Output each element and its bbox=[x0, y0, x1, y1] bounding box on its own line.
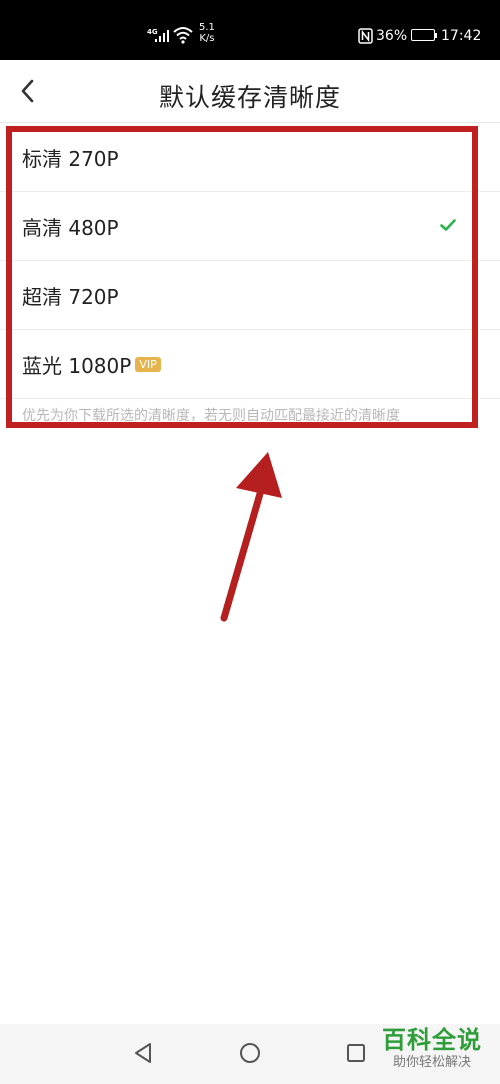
status-bar: 4G 5.1 K/s 36% 17:42 bbox=[0, 0, 500, 60]
battery-percent: 36% bbox=[376, 28, 408, 44]
nav-back-icon[interactable] bbox=[132, 1041, 154, 1065]
clock: 17:42 bbox=[441, 28, 482, 44]
net-speed-unit: K/s bbox=[199, 33, 215, 44]
net-speed-value: 5.1 bbox=[199, 22, 215, 33]
wifi-icon bbox=[173, 27, 193, 44]
signal-icon bbox=[155, 30, 171, 42]
nav-header: 默认缓存清晰度 bbox=[0, 60, 500, 123]
nav-home-icon[interactable] bbox=[239, 1042, 261, 1064]
page-title: 默认缓存清晰度 bbox=[158, 83, 341, 112]
watermark: 百科全说 助你轻松解决 bbox=[376, 1026, 488, 1082]
nfc-icon bbox=[358, 28, 373, 44]
annotation-highlight-box bbox=[6, 126, 478, 428]
watermark-title: 百科全说 bbox=[382, 1026, 482, 1054]
battery-tip bbox=[435, 33, 437, 38]
annotation-arrow-icon bbox=[220, 452, 282, 622]
watermark-subtitle: 助你轻松解决 bbox=[392, 1055, 471, 1070]
battery-icon bbox=[411, 29, 435, 41]
net-speed: 5.1 K/s bbox=[199, 22, 215, 44]
nav-recent-icon[interactable] bbox=[346, 1043, 366, 1063]
